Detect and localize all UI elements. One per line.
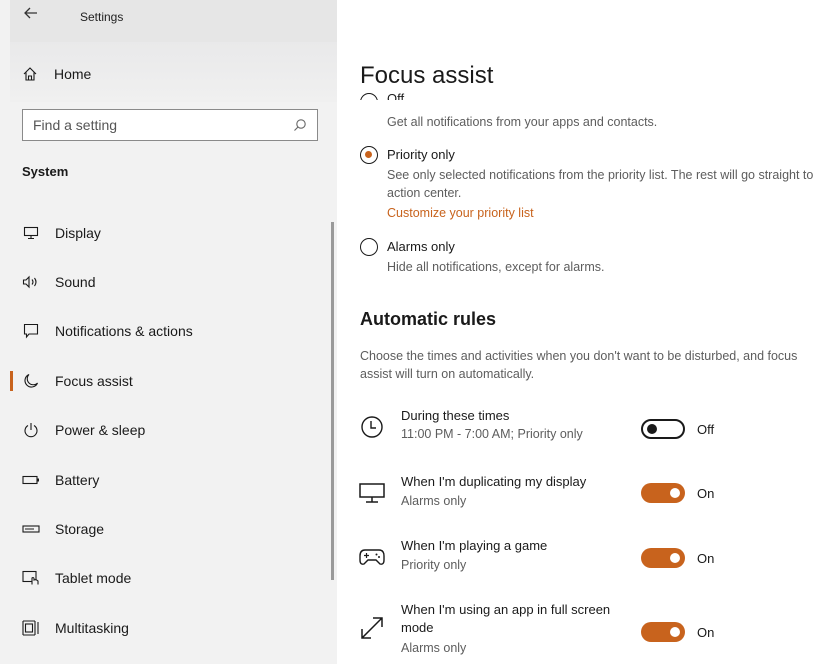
power-icon: [22, 421, 40, 439]
search-placeholder: Find a setting: [33, 117, 118, 133]
monitor-icon: [22, 224, 40, 242]
moon-icon: [22, 372, 40, 390]
sidebar-item-multitasking[interactable]: Multitasking: [0, 610, 330, 646]
sidebar-item-focus-assist[interactable]: Focus assist: [0, 363, 330, 399]
sidebar-item-label: Focus assist: [55, 373, 133, 389]
rule-subtitle: Alarms only: [401, 641, 467, 655]
title-bar: Settings: [10, 0, 337, 42]
toggle-state-label: On: [697, 551, 715, 566]
rule-subtitle: 11:00 PM - 7:00 AM; Priority only: [401, 427, 583, 441]
priority-only-description: See only selected notifications from the…: [387, 168, 814, 200]
speaker-icon: [22, 273, 40, 291]
sidebar-item-notifications[interactable]: Notifications & actions: [0, 313, 330, 349]
selection-indicator: [10, 371, 13, 391]
toggle-state-label: On: [697, 486, 715, 501]
sidebar-item-power-sleep[interactable]: Power & sleep: [0, 412, 330, 448]
sidebar-item-label: Display: [55, 225, 101, 241]
rule-title: When I'm using an app in full screen mod…: [401, 602, 611, 635]
back-arrow-icon[interactable]: [24, 6, 38, 24]
sidebar-item-label: Storage: [55, 521, 105, 537]
search-icon: [294, 119, 306, 131]
main-content: Focus assist Off Get all notifications f…: [337, 0, 824, 664]
sidebar-item-label: Multitasking: [55, 620, 129, 636]
customize-priority-link[interactable]: Customize your priority list: [387, 206, 534, 220]
sidebar-item-label: Tablet mode: [55, 570, 132, 586]
multitasking-icon: [22, 619, 40, 637]
sidebar-item-tablet-mode[interactable]: Tablet mode: [0, 560, 330, 596]
storage-icon: [22, 520, 40, 538]
toggle-state-label: On: [697, 625, 715, 640]
battery-icon: [22, 471, 40, 489]
home-icon: [23, 67, 37, 81]
sidebar-item-label: Sound: [55, 274, 96, 290]
rule-title: When I'm duplicating my display: [401, 474, 587, 489]
automatic-rules-heading: Automatic rules: [360, 309, 497, 329]
fullscreen-icon: [358, 614, 386, 642]
sidebar-item-storage[interactable]: Storage: [0, 511, 330, 547]
alarms-only-description: Hide all notifications, except for alarm…: [387, 260, 605, 274]
rule-subtitle: Priority only: [401, 558, 467, 572]
rule-subtitle: Alarms only: [401, 494, 467, 508]
sidebar-item-sound[interactable]: Sound: [0, 264, 330, 300]
off-radio[interactable]: [360, 93, 378, 100]
sidebar: Settings Home Find a setting System Disp…: [0, 0, 337, 664]
game-controller-icon: [358, 543, 386, 571]
sidebar-item-label: Battery: [55, 472, 100, 488]
playing-game-toggle[interactable]: [641, 548, 685, 568]
rule-title: During these times: [401, 408, 510, 423]
tablet-mode-icon: [22, 569, 40, 587]
toggle-state-label: Off: [697, 422, 715, 437]
home-nav-item[interactable]: Home: [22, 66, 91, 82]
sidebar-item-display[interactable]: Display: [0, 215, 330, 251]
page-title: Focus assist: [360, 62, 494, 89]
search-input[interactable]: Find a setting: [22, 109, 318, 141]
notification-icon: [22, 322, 40, 340]
home-label: Home: [54, 66, 92, 82]
duplicating-display-toggle[interactable]: [641, 483, 685, 503]
rule-title: When I'm playing a game: [401, 538, 548, 553]
alarms-only-label: Alarms only: [387, 239, 455, 254]
automatic-rules-description: Choose the times and activities when you…: [360, 349, 798, 381]
priority-only-radio[interactable]: [360, 146, 378, 164]
off-option-clip: Off: [337, 90, 824, 100]
off-label: Off: [387, 91, 405, 100]
sidebar-item-label: Notifications & actions: [55, 323, 193, 339]
clock-icon: [358, 413, 386, 441]
section-heading: System: [22, 164, 69, 179]
alarms-only-radio[interactable]: [360, 238, 378, 256]
off-description: Get all notifications from your apps and…: [387, 115, 658, 129]
sidebar-item-label: Power & sleep: [55, 422, 146, 438]
sidebar-item-battery[interactable]: Battery: [0, 462, 330, 498]
monitor-icon: [358, 479, 386, 507]
window-title: Settings: [80, 10, 124, 24]
during-these-times-toggle[interactable]: [641, 419, 685, 439]
priority-only-label: Priority only: [387, 147, 455, 162]
full-screen-app-toggle[interactable]: [641, 622, 685, 642]
sidebar-scrollbar[interactable]: [331, 222, 334, 580]
